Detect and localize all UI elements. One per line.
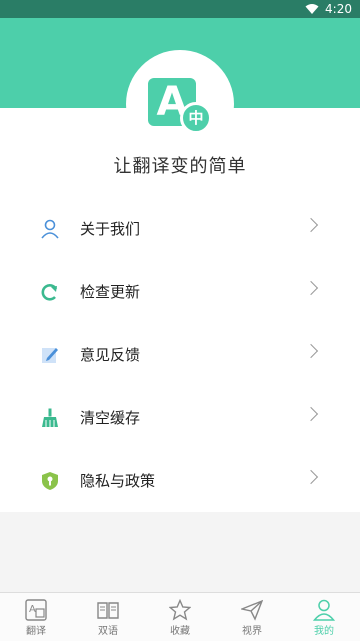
chevron-right-icon (303, 406, 319, 422)
menu-label-check-update: 检查更新 (80, 283, 141, 301)
status-bar: 4:20 (0, 0, 360, 18)
nav-label-translate: 翻译 (26, 626, 46, 637)
user-icon (313, 599, 335, 621)
menu-label-clear-cache: 清空缓存 (80, 409, 141, 427)
bottom-nav: A 翻译 双语 收藏 视界 我的 (0, 592, 360, 641)
status-right: 4:20 (305, 1, 352, 17)
menu-item-about[interactable]: 关于我们 (0, 198, 360, 261)
menu-item-feedback[interactable]: 意见反馈 (0, 324, 360, 387)
chevron-right-icon (303, 343, 319, 359)
book-icon (97, 602, 119, 619)
nav-tab-mine[interactable]: 我的 (288, 593, 360, 641)
chevron-right-icon (303, 469, 319, 485)
wifi-icon (305, 4, 319, 14)
menu-item-check-update[interactable]: 检查更新 (0, 261, 360, 324)
translate-icon: A (25, 599, 47, 621)
svg-text:A: A (29, 604, 36, 615)
menu-label-privacy: 隐私与政策 (80, 472, 156, 490)
nav-tab-vision[interactable]: 视界 (216, 593, 288, 641)
menu-label-about: 关于我们 (80, 220, 141, 238)
broom-icon (42, 408, 58, 427)
nav-tab-bilingual[interactable]: 双语 (72, 593, 144, 641)
chevron-right-icon (303, 280, 319, 296)
menu-item-privacy[interactable]: 隐私与政策 (0, 450, 360, 513)
nav-label-vision: 视界 (242, 626, 262, 637)
paper-plane-icon (241, 599, 263, 621)
edit-icon (42, 348, 58, 363)
tagline: 让翻译变的简单 (113, 156, 247, 177)
chevron-right-icon (303, 217, 319, 233)
logo-badge: 中 (180, 102, 212, 134)
person-icon (41, 219, 59, 239)
nav-label-mine: 我的 (314, 626, 334, 637)
star-icon (169, 599, 191, 621)
refresh-icon (41, 284, 58, 301)
menu-label-feedback: 意见反馈 (80, 346, 141, 364)
settings-menu: 关于我们 检查更新 意见反馈 清空缓存 隐私与政策 (0, 198, 360, 513)
nav-tab-favorites[interactable]: 收藏 (144, 593, 216, 641)
nav-label-bilingual: 双语 (98, 626, 118, 637)
menu-item-clear-cache[interactable]: 清空缓存 (0, 387, 360, 450)
status-time: 4:20 (325, 2, 352, 16)
shield-icon (42, 472, 58, 490)
nav-tab-translate[interactable]: A 翻译 (0, 593, 72, 641)
nav-label-favorites: 收藏 (170, 626, 190, 637)
